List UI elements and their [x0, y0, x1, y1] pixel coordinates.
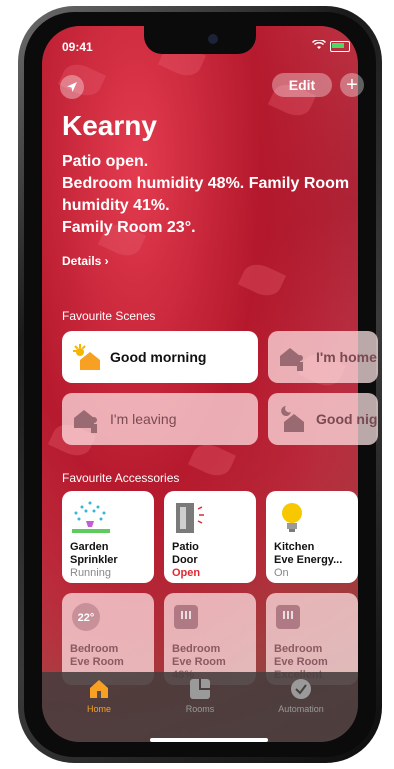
accessory-name-line1: Garden [70, 541, 109, 553]
home-title: Kearny [62, 110, 157, 141]
scene-im-leaving[interactable]: I'm leaving [62, 393, 258, 445]
sensor-icon [172, 601, 248, 637]
accessory-name-line2: Eve Room [70, 656, 124, 668]
accessory-name-line2: Eve Energy... [274, 554, 343, 566]
scene-im-home[interactable]: I'm home [268, 331, 378, 383]
moon-house-icon [281, 406, 304, 432]
tab-rooms[interactable]: Rooms [155, 678, 245, 714]
thermometer-icon: 22° [70, 601, 146, 637]
sprinkler-icon [70, 499, 146, 535]
accessory-name-line1: Bedroom [70, 643, 119, 655]
person-house-icon [280, 348, 303, 371]
house-icon [88, 678, 110, 700]
person-house-icon [74, 410, 97, 433]
sun-house-icon [73, 344, 100, 370]
accessory-status: Open [172, 567, 201, 579]
accessory-kitchen-eve-energy[interactable]: Kitchen Eve Energy... On [266, 491, 358, 583]
scene-good-night[interactable]: Good night [268, 393, 378, 445]
notch [144, 26, 256, 54]
accessory-patio-door[interactable]: Patio Door Open [164, 491, 256, 583]
favourite-accessories-label: Favourite Accessories [62, 471, 180, 485]
tab-bar: Home Rooms Automation [42, 672, 358, 742]
accessory-garden-sprinkler[interactable]: Garden Sprinkler Running [62, 491, 154, 583]
rooms-icon [189, 678, 211, 700]
accessory-status: On [274, 567, 289, 579]
temperature-badge: 22° [78, 612, 95, 624]
accessory-name-line2: Sprinkler [70, 554, 118, 566]
scene-label: Good morning [110, 349, 207, 365]
tab-label: Automation [278, 704, 324, 714]
location-arrow-icon [67, 82, 77, 92]
camera-icon [208, 34, 218, 44]
battery-icon [330, 41, 350, 52]
door-icon [172, 499, 248, 535]
accessory-name-line1: Bedroom [172, 643, 221, 655]
accessory-name-line1: Kitchen [274, 541, 315, 553]
status-line: Patio open. [62, 153, 149, 170]
status-line: Family Room 23°. [62, 219, 196, 236]
scene-good-morning[interactable]: Good morning [62, 331, 258, 383]
lightbulb-icon [274, 499, 350, 535]
location-button[interactable] [60, 75, 84, 99]
scene-label: I'm home [316, 349, 377, 365]
status-line: Bedroom humidity 48%. Family Room humidi… [62, 175, 350, 214]
home-status-summary: Patio open. Bedroom humidity 48%. Family… [62, 151, 358, 239]
accessory-name-line2: Eve Room [274, 656, 328, 668]
accessory-name-line1: Patio [172, 541, 199, 553]
accessory-status: Running [70, 567, 111, 579]
accessory-name-line2: Eve Room [172, 656, 226, 668]
tab-label: Home [86, 704, 111, 714]
tab-home[interactable]: Home [54, 678, 144, 714]
home-indicator[interactable] [150, 738, 268, 742]
scene-label: I'm leaving [110, 411, 177, 427]
wifi-icon [311, 38, 327, 53]
favourite-scenes-label: Favourite Scenes [62, 309, 156, 323]
tab-label: Rooms [185, 704, 215, 714]
status-time: 09:41 [62, 40, 93, 54]
tab-automation[interactable]: Automation [256, 678, 346, 714]
clock-check-icon [290, 678, 312, 700]
edit-button[interactable]: Edit [272, 73, 332, 97]
scene-label: Good night [316, 411, 378, 427]
status-indicators [311, 38, 350, 53]
add-button[interactable]: + [340, 73, 364, 97]
accessory-name-line1: Bedroom [274, 643, 323, 655]
accessory-name-line2: Door [172, 554, 198, 566]
details-link[interactable]: Details › [62, 254, 109, 268]
sensor-icon [274, 601, 350, 637]
